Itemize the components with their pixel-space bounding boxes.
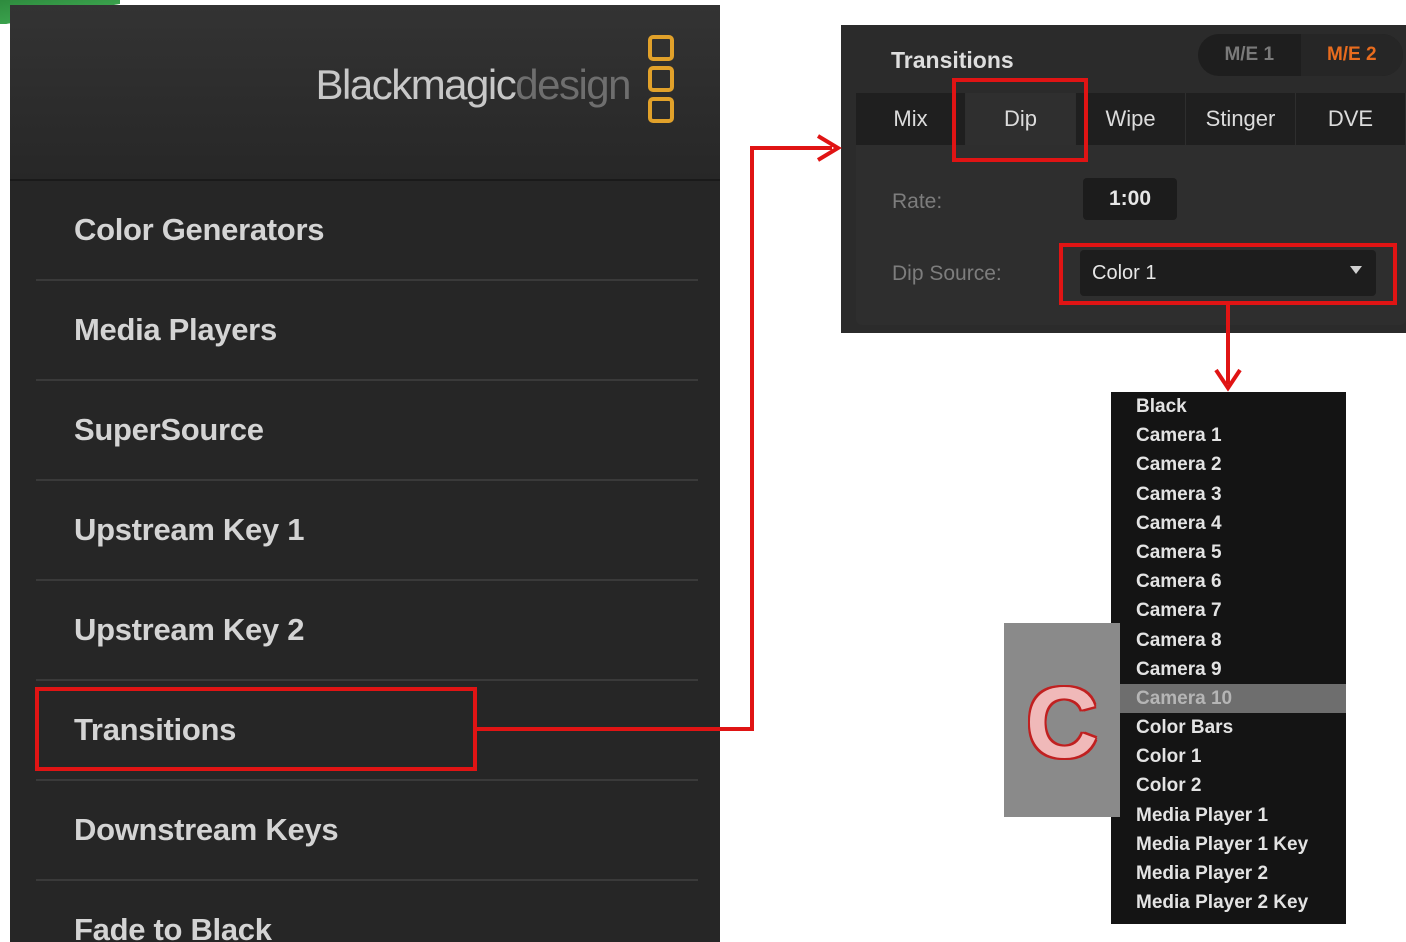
sidebar-item-media-players[interactable]: Media Players [36, 281, 698, 381]
rate-input[interactable]: 1:00 [1083, 178, 1177, 220]
tab-dip[interactable]: Dip [966, 93, 1076, 145]
dropdown-option-color-1[interactable]: Color 1 [1111, 742, 1346, 771]
sidebar-item-fade-to-black[interactable]: Fade to Black [36, 881, 698, 942]
sidebar-item-supersource[interactable]: SuperSource [36, 381, 698, 481]
step-badge-letter: C [1025, 667, 1099, 779]
arrow-head-down-icon [1214, 368, 1242, 392]
step-badge: C [1004, 623, 1120, 817]
panel-title: Transitions [891, 47, 1014, 73]
dropdown-option-camera-8[interactable]: Camera 8 [1111, 626, 1346, 655]
dropdown-option-media-player-1[interactable]: Media Player 1 [1111, 801, 1346, 830]
sidebar-item-color-generators[interactable]: Color Generators [36, 181, 698, 281]
sidebar-header: Blackmagicdesign [10, 5, 720, 181]
tab-dve[interactable]: DVE [1296, 93, 1406, 145]
dropdown-option-camera-3[interactable]: Camera 3 [1111, 480, 1346, 509]
sidebar-menu: Color Generators Media Players SuperSour… [36, 181, 698, 942]
sidebar: Blackmagicdesign Color Generators Media … [10, 5, 720, 942]
dropdown-option-media-player-1-key[interactable]: Media Player 1 Key [1111, 830, 1346, 859]
tab-mix[interactable]: Mix [856, 93, 966, 145]
dropdown-option-camera-2[interactable]: Camera 2 [1111, 450, 1346, 479]
dropdown-option-black[interactable]: Black [1111, 392, 1346, 421]
brand-logo-text: Blackmagicdesign [315, 61, 631, 109]
dropdown-option-camera-7[interactable]: Camera 7 [1111, 596, 1346, 625]
brand-name-light: design [515, 61, 631, 108]
chevron-down-icon [1350, 266, 1362, 274]
dip-source-value: Color 1 [1092, 261, 1157, 284]
transition-tabs: Mix Dip Wipe Stinger DVE [856, 93, 1406, 145]
tab-wipe[interactable]: Wipe [1076, 93, 1186, 145]
dropdown-option-camera-9[interactable]: Camera 9 [1111, 655, 1346, 684]
dip-source-select[interactable]: Color 1 [1080, 250, 1376, 296]
dip-source-label: Dip Source: [892, 262, 1002, 285]
tab-content [856, 145, 1406, 325]
dropdown-option-camera-6[interactable]: Camera 6 [1111, 567, 1346, 596]
dropdown-option-camera-10[interactable]: Camera 10 [1111, 683, 1346, 714]
brand-logo-icon [648, 35, 678, 128]
sidebar-item-upstream-key-2[interactable]: Upstream Key 2 [36, 581, 698, 681]
me1-button[interactable]: M/E 1 [1198, 34, 1301, 76]
sidebar-item-upstream-key-1[interactable]: Upstream Key 1 [36, 481, 698, 581]
dropdown-option-camera-4[interactable]: Camera 4 [1111, 509, 1346, 538]
dropdown-option-color-bars[interactable]: Color Bars [1111, 713, 1346, 742]
arrow-head-right-icon [816, 134, 842, 162]
brand-name-bold: Blackmagic [315, 61, 516, 108]
dropdown-option-color-2[interactable]: Color 2 [1111, 771, 1346, 800]
dip-source-dropdown-list: Black Camera 1 Camera 2 Camera 3 Camera … [1111, 392, 1346, 924]
dropdown-option-camera-1[interactable]: Camera 1 [1111, 421, 1346, 450]
dropdown-option-camera-5[interactable]: Camera 5 [1111, 538, 1346, 567]
sidebar-item-transitions[interactable]: Transitions [36, 681, 698, 781]
me-selector: M/E 1 M/E 2 [1198, 34, 1403, 76]
rate-label: Rate: [892, 190, 943, 213]
me2-button[interactable]: M/E 2 [1300, 34, 1403, 76]
sidebar-item-downstream-keys[interactable]: Downstream Keys [36, 781, 698, 881]
dropdown-option-media-player-2[interactable]: Media Player 2 [1111, 859, 1346, 888]
tab-stinger[interactable]: Stinger [1186, 93, 1296, 145]
dropdown-option-media-player-2-key[interactable]: Media Player 2 Key [1111, 888, 1346, 917]
transitions-panel: Transitions M/E 1 M/E 2 Mix Dip Wipe Sti… [841, 25, 1406, 333]
